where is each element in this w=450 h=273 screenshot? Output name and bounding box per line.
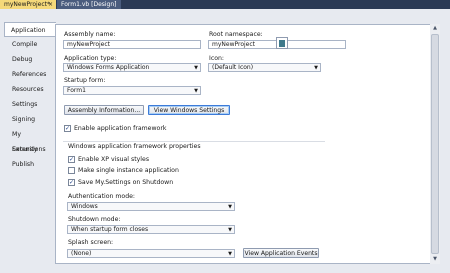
- shutdown-mode-select[interactable]: When startup form closes ▼: [67, 225, 235, 234]
- scroll-down-icon[interactable]: ▼: [430, 255, 440, 264]
- icon-label: Icon:: [209, 55, 225, 62]
- property-pages-sidebar: Application Compile Debug References Res…: [0, 9, 56, 273]
- chevron-down-icon: ▼: [228, 227, 232, 233]
- sidebar-item-resources[interactable]: Resources: [6, 82, 52, 97]
- shutdown-mode-label: Shutdown mode:: [68, 216, 121, 223]
- assembly-name-input[interactable]: myNewProject: [63, 40, 201, 49]
- document-tab-strip: myNewProject* × Form1.vb [Design]: [0, 0, 450, 9]
- enable-app-framework-label: Enable application framework: [74, 125, 167, 132]
- authentication-mode-label: Authentication mode:: [68, 193, 136, 200]
- startup-form-label: Startup form:: [64, 77, 106, 84]
- application-type-select[interactable]: Windows Forms Application ▼: [63, 63, 201, 72]
- scroll-thumb[interactable]: [431, 34, 439, 254]
- sidebar-item-application[interactable]: Application: [4, 22, 56, 37]
- root-namespace-label: Root namespace:: [209, 31, 263, 38]
- authentication-mode-value: Windows: [71, 203, 98, 210]
- sidebar-item-publish[interactable]: Publish: [6, 157, 52, 172]
- assembly-information-button[interactable]: Assembly Information...: [64, 105, 144, 115]
- single-instance-checkbox[interactable]: [68, 167, 75, 174]
- xp-styles-label: Enable XP visual styles: [78, 156, 150, 163]
- save-settings-label: Save My.Settings on Shutdown: [78, 179, 174, 186]
- tab-form1-design[interactable]: Form1.vb [Design]: [57, 0, 121, 9]
- sidebar-item-my-extensions[interactable]: My Extensions: [6, 127, 52, 153]
- application-page: Assembly name: myNewProject Root namespa…: [55, 24, 440, 264]
- tab-mynewproject[interactable]: myNewProject* ×: [0, 0, 56, 9]
- view-windows-settings-button[interactable]: View Windows Settings: [148, 105, 230, 115]
- sidebar-item-settings[interactable]: Settings: [6, 97, 52, 112]
- application-type-value: Windows Forms Application: [67, 64, 150, 71]
- splash-screen-select[interactable]: (None) ▼: [67, 249, 235, 258]
- assembly-name-label: Assembly name:: [64, 31, 116, 38]
- application-type-label: Application type:: [64, 55, 117, 62]
- authentication-mode-select[interactable]: Windows ▼: [67, 202, 235, 211]
- chevron-down-icon: ▼: [194, 88, 198, 94]
- save-settings-checkbox[interactable]: ✓: [68, 179, 75, 186]
- startup-form-value: Form1: [67, 87, 86, 94]
- sidebar-item-security[interactable]: Security: [6, 142, 52, 157]
- sidebar-item-debug[interactable]: Debug: [6, 52, 52, 67]
- icon-preview: [276, 37, 288, 49]
- view-application-events-button[interactable]: View Application Events: [243, 248, 319, 258]
- chevron-down-icon: ▼: [228, 251, 232, 257]
- icon-select[interactable]: (Default Icon) ▼: [208, 63, 321, 72]
- vertical-scrollbar[interactable]: ▲ ▼: [430, 24, 440, 264]
- close-icon[interactable]: ×: [48, 0, 53, 9]
- sidebar-item-references[interactable]: References: [6, 67, 52, 82]
- startup-form-select[interactable]: Form1 ▼: [63, 86, 201, 95]
- splash-screen-label: Splash screen:: [68, 239, 114, 246]
- chevron-down-icon: ▼: [314, 65, 318, 71]
- enable-app-framework-checkbox[interactable]: ✓: [64, 125, 71, 132]
- shutdown-mode-value: When startup form closes: [71, 226, 149, 233]
- group-title: Windows application framework properties: [68, 143, 201, 150]
- tab-label: myNewProject*: [4, 1, 51, 8]
- app-icon: [279, 40, 285, 47]
- splash-screen-value: (None): [71, 250, 92, 257]
- chevron-down-icon: ▼: [228, 204, 232, 210]
- xp-styles-checkbox[interactable]: ✓: [68, 156, 75, 163]
- sidebar-item-signing[interactable]: Signing: [6, 112, 52, 127]
- icon-value: (Default Icon): [212, 64, 254, 71]
- tab-label: Form1.vb [Design]: [61, 1, 117, 8]
- single-instance-label: Make single instance application: [78, 167, 179, 174]
- scroll-up-icon[interactable]: ▲: [430, 24, 440, 33]
- chevron-down-icon: ▼: [194, 65, 198, 71]
- sidebar-item-compile[interactable]: Compile: [6, 37, 52, 52]
